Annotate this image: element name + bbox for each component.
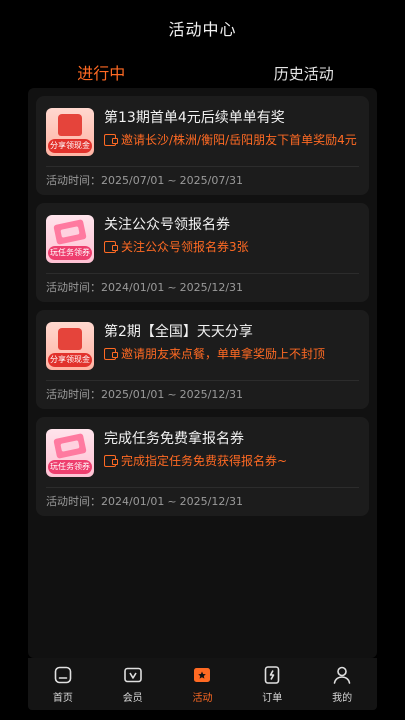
task-coupon-thumbnail: 玩任务领券 (46, 215, 94, 263)
activity-time: 活动时间：2025/01/01 ~2025/12/31 (46, 381, 359, 409)
wallet-icon (104, 134, 118, 146)
thumbnail-badge: 分享领现金 (48, 139, 92, 153)
activity-card[interactable]: 分享领现金 第13期首单4元后续单单有奖 邀请长沙/株洲/衡阳/岳阳朋友下首单奖… (36, 96, 369, 195)
bottom-tab-bar: 首页 会员 活动 订单 我的 (28, 658, 377, 710)
time-end: 2025/12/31 (179, 281, 244, 294)
tabbar-label: 活动 (192, 693, 213, 704)
ticket-icon (53, 433, 87, 459)
time-separator: ~ (167, 495, 177, 508)
time-end: 2025/12/31 (179, 388, 244, 401)
activity-time: 活动时间：2025/07/01 ~2025/07/31 (46, 167, 359, 195)
wallet-icon (104, 241, 118, 253)
task-coupon-thumbnail: 玩任务领券 (46, 429, 94, 477)
activity-desc: 关注公众号领报名券3张 (121, 240, 249, 254)
thumbnail-badge: 玩任务领券 (48, 246, 92, 260)
time-end: 2025/12/31 (179, 495, 244, 508)
ticket-icon (53, 219, 87, 245)
home-icon (54, 666, 72, 684)
tabbar-label: 首页 (52, 693, 73, 704)
share-cash-thumbnail: 分享领现金 (46, 108, 94, 156)
vip-icon (123, 667, 142, 683)
time-start: 2025/01/01 (101, 388, 165, 401)
thumbnail-badge: 分享领现金 (48, 353, 92, 367)
time-end: 2025/07/31 (179, 174, 244, 187)
tab-ongoing[interactable]: 进行中 (0, 56, 203, 92)
activity-desc: 邀请长沙/株洲/衡阳/岳阳朋友下首单奖励4元 (121, 133, 357, 147)
wallet-icon (104, 455, 118, 467)
profile-icon (333, 666, 351, 684)
share-cash-thumbnail: 分享领现金 (46, 322, 94, 370)
tabbar-item-home[interactable]: 首页 (28, 658, 98, 710)
tabbar-item-vip[interactable]: 会员 (98, 658, 168, 710)
tabbar-label: 会员 (122, 693, 143, 704)
activity-list: 分享领现金 第13期首单4元后续单单有奖 邀请长沙/株洲/衡阳/岳阳朋友下首单奖… (28, 88, 377, 658)
gift-bag-icon (58, 114, 82, 136)
time-start: 2024/01/01 (101, 495, 165, 508)
activity-icon (194, 668, 211, 682)
wallet-icon (104, 348, 118, 360)
time-start: 2025/07/01 (101, 174, 165, 187)
tab-bar: 进行中 历史活动 (0, 56, 405, 96)
activity-card[interactable]: 玩任务领券 关注公众号领报名券 关注公众号领报名券3张 活动时间：2024/01… (36, 203, 369, 302)
activity-card[interactable]: 分享领现金 第2期【全国】天天分享 邀请朋友来点餐，单单拿奖励上不封顶 活动时间… (36, 310, 369, 409)
tabbar-label: 订单 (262, 693, 283, 704)
activity-title: 完成任务免费拿报名券 (104, 431, 244, 447)
activity-desc: 邀请朋友来点餐，单单拿奖励上不封顶 (121, 347, 326, 361)
tabbar-item-activity[interactable]: 活动 (168, 658, 238, 710)
activity-time: 活动时间：2024/01/01 ~2025/12/31 (46, 488, 359, 516)
activity-title: 第13期首单4元后续单单有奖 (104, 110, 285, 126)
thumbnail-badge: 玩任务领券 (48, 460, 92, 474)
time-label: 活动时间： (46, 495, 101, 508)
activity-title: 关注公众号领报名券 (104, 217, 230, 233)
order-icon (264, 666, 280, 684)
time-separator: ~ (167, 174, 177, 187)
tabbar-label: 我的 (332, 693, 353, 704)
page-title: 活动中心 (168, 20, 237, 39)
time-start: 2024/01/01 (101, 281, 165, 294)
tabbar-item-order[interactable]: 订单 (237, 658, 307, 710)
time-label: 活动时间： (46, 174, 101, 187)
tab-history[interactable]: 历史活动 (203, 56, 405, 92)
activity-time: 活动时间：2024/01/01 ~2025/12/31 (46, 274, 359, 302)
header: 活动中心 (0, 0, 405, 56)
time-separator: ~ (167, 388, 177, 401)
time-separator: ~ (167, 281, 177, 294)
time-label: 活动时间： (46, 388, 101, 401)
gift-bag-icon (58, 328, 82, 350)
tabbar-item-profile[interactable]: 我的 (307, 658, 377, 710)
activity-card[interactable]: 玩任务领券 完成任务免费拿报名券 完成指定任务免费获得报名券~ 活动时间：202… (36, 417, 369, 516)
activity-title: 第2期【全国】天天分享 (104, 324, 253, 340)
activity-desc: 完成指定任务免费获得报名券~ (121, 454, 288, 468)
time-label: 活动时间： (46, 281, 101, 294)
